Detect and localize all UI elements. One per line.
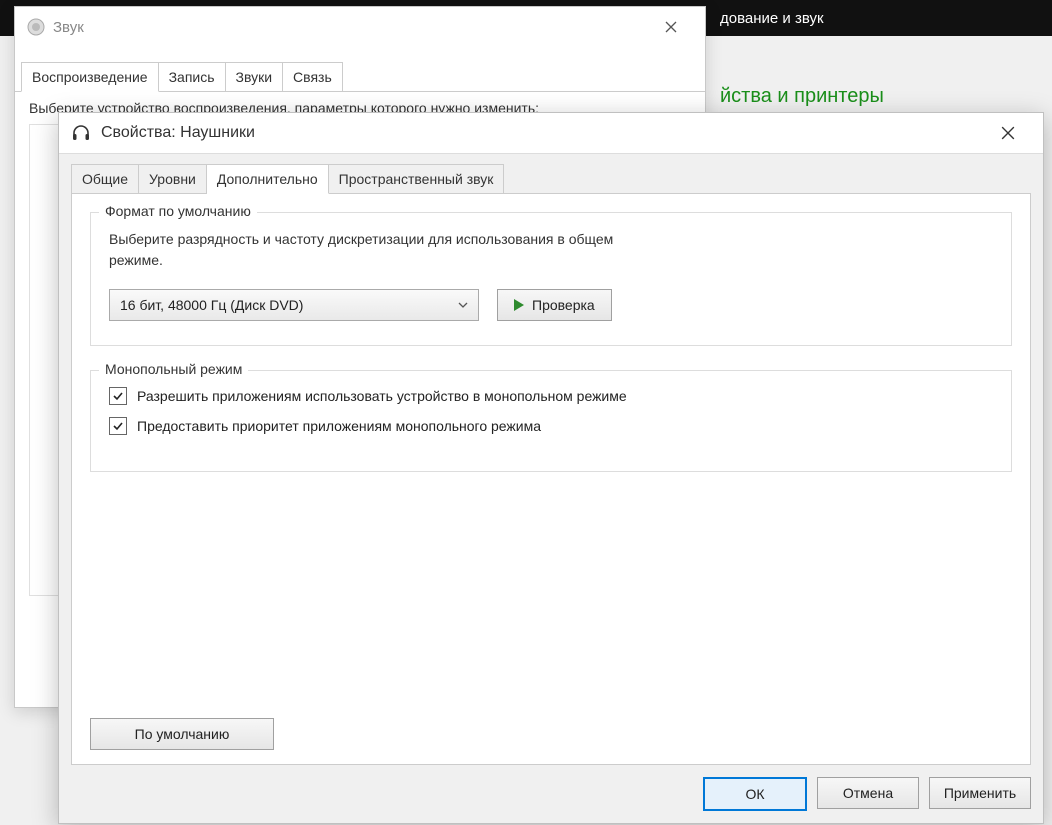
format-selected-value: 16 бит, 48000 Гц (Диск DVD) bbox=[120, 297, 303, 313]
restore-defaults-button[interactable]: По умолчанию bbox=[90, 718, 274, 750]
close-button[interactable] bbox=[648, 12, 693, 42]
tab-levels[interactable]: Уровни bbox=[139, 164, 207, 194]
default-format-group: Формат по умолчанию Выберите разрядность… bbox=[90, 212, 1012, 346]
exclusive-priority-row: Предоставить приоритет приложениям моноп… bbox=[109, 417, 993, 435]
sound-tabs: Воспроизведение Запись Звуки Связь bbox=[15, 61, 705, 92]
exclusive-mode-legend: Монопольный режим bbox=[99, 361, 248, 377]
check-icon bbox=[113, 421, 123, 431]
headphones-icon bbox=[71, 123, 91, 143]
sound-titlebar: Звук bbox=[15, 7, 705, 47]
format-dropdown[interactable]: 16 бит, 48000 Гц (Диск DVD) bbox=[109, 289, 479, 321]
test-button[interactable]: Проверка bbox=[497, 289, 612, 321]
check-icon bbox=[113, 391, 123, 401]
cancel-button[interactable]: Отмена bbox=[817, 777, 919, 809]
dialog-button-row: ОК Отмена Применить bbox=[71, 765, 1031, 811]
allow-exclusive-checkbox[interactable] bbox=[109, 387, 127, 405]
test-label: Проверка bbox=[532, 297, 595, 313]
apply-button[interactable]: Применить bbox=[929, 777, 1031, 809]
play-icon bbox=[514, 299, 524, 311]
tab-sounds[interactable]: Звуки bbox=[226, 62, 284, 92]
sound-title: Звук bbox=[53, 19, 84, 36]
tab-advanced[interactable]: Дополнительно bbox=[207, 164, 329, 194]
exclusive-mode-group: Монопольный режим Разрешить приложениям … bbox=[90, 370, 1012, 472]
tab-general[interactable]: Общие bbox=[71, 164, 139, 194]
props-tabs: Общие Уровни Дополнительно Пространствен… bbox=[71, 164, 1031, 194]
chevron-down-icon bbox=[458, 300, 468, 310]
default-format-description: Выберите разрядность и частоту дискретиз… bbox=[109, 229, 629, 271]
speaker-icon bbox=[27, 18, 45, 36]
default-format-legend: Формат по умолчанию bbox=[99, 203, 257, 219]
devices-printers-link[interactable]: йства и принтеры bbox=[720, 85, 884, 108]
advanced-tab-panel: Формат по умолчанию Выберите разрядность… bbox=[71, 193, 1031, 765]
header-fragment: дование и звук bbox=[720, 10, 824, 27]
tab-recording[interactable]: Запись bbox=[159, 62, 226, 92]
tab-playback[interactable]: Воспроизведение bbox=[21, 62, 159, 92]
allow-exclusive-row: Разрешить приложениям использовать устро… bbox=[109, 387, 993, 405]
props-title: Свойства: Наушники bbox=[101, 124, 255, 142]
ok-button[interactable]: ОК bbox=[703, 777, 807, 811]
props-titlebar: Свойства: Наушники bbox=[59, 113, 1043, 153]
headphones-properties-dialog: Свойства: Наушники Общие Уровни Дополнит… bbox=[58, 112, 1044, 824]
allow-exclusive-label: Разрешить приложениям использовать устро… bbox=[137, 388, 627, 404]
close-button[interactable] bbox=[985, 118, 1031, 148]
exclusive-priority-checkbox[interactable] bbox=[109, 417, 127, 435]
exclusive-priority-label: Предоставить приоритет приложениям моноп… bbox=[137, 418, 541, 434]
tab-spatial[interactable]: Пространственный звук bbox=[329, 164, 505, 194]
props-body: Общие Уровни Дополнительно Пространствен… bbox=[59, 153, 1043, 823]
tab-communications[interactable]: Связь bbox=[283, 62, 343, 92]
